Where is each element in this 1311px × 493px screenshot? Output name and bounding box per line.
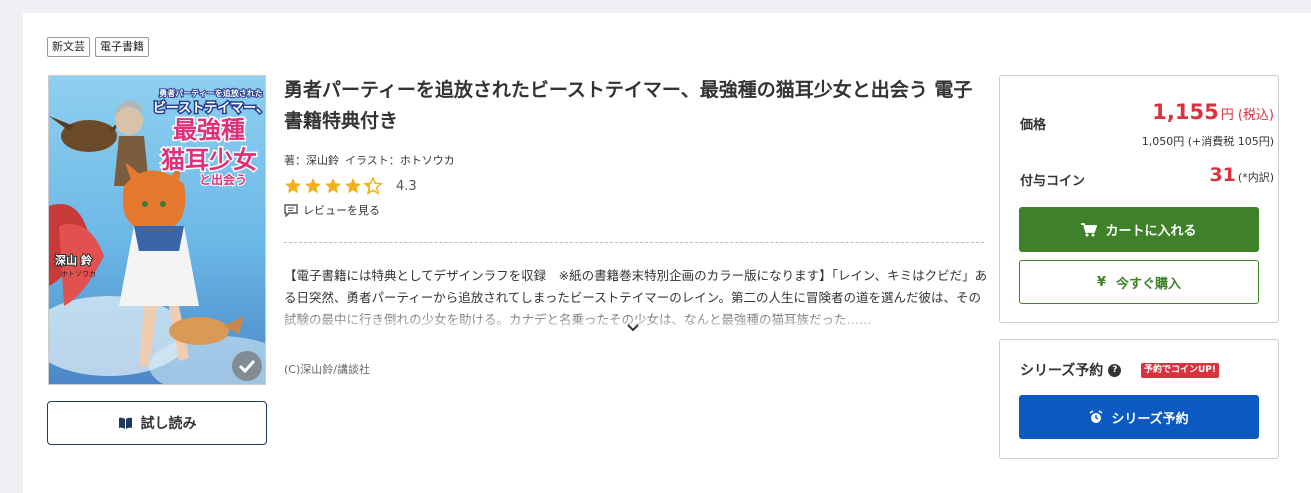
book-title: 勇者パーティーを追放されたビーストテイマー、最強種の猫耳少女と出会う 電子書籍特… — [284, 79, 973, 132]
cover-author: 深山 鈴 — [55, 253, 93, 267]
series-title: シリーズ予約 ? — [1020, 360, 1122, 380]
cover-title-line2: ビーストテイマー、 — [153, 100, 266, 116]
trial-read-button[interactable]: 試し読み — [47, 401, 267, 445]
cover-illustrator: ホトソウカ — [61, 270, 96, 278]
buy-now-label: 今すぐ購入 — [1116, 276, 1182, 292]
coin-breakdown-link[interactable]: (*内訳) — [1238, 169, 1274, 185]
rating-stars — [285, 177, 382, 195]
cart-icon — [1081, 222, 1098, 236]
product-card: 新文芸 電子書籍 勇者パーティーを追放された ビーストテイマー、 最強種 猫耳少… — [23, 13, 1311, 493]
cover-title-line1: 勇者パーティーを追放された — [159, 88, 263, 98]
star-icon-2 — [305, 178, 321, 194]
trial-read-label: 試し読み — [140, 416, 197, 432]
price-label: 価格 — [1020, 118, 1047, 133]
star-icon-3 — [325, 178, 341, 194]
cover-title-line4: 猫耳少女 — [161, 146, 257, 174]
credits: 著：深山鈴 イラスト：ホトソウカ — [284, 152, 455, 168]
tag-list: 新文芸 電子書籍 — [47, 37, 149, 57]
comment-icon — [284, 203, 298, 217]
help-icon[interactable]: ? — [1108, 363, 1122, 377]
cover-title-line3: 最強種 — [173, 116, 245, 144]
coin-up-badge: 予約でコインUP! — [1141, 363, 1220, 378]
author-link[interactable]: 深山鈴 — [306, 154, 339, 167]
price-breakdown: 1,050円 (+消費税 105円) — [1141, 135, 1274, 148]
price: 1,155 円 (税込) — [1152, 100, 1274, 124]
star-icon-4 — [345, 178, 361, 194]
series-reservation-box: シリーズ予約 ? 予約でコインUP! シリーズ予約 — [999, 339, 1279, 459]
illustrator-prefix: イラスト： — [345, 154, 400, 167]
copyright: (C)深山鈴/講談社 — [284, 363, 370, 376]
alarm-clock-icon — [1089, 410, 1103, 423]
rating: 4.3 — [284, 177, 417, 195]
coin-value: 31 — [1209, 164, 1236, 186]
price-value: 1,155 — [1152, 100, 1219, 124]
cover-illustration: 勇者パーティーを追放された ビーストテイマー、 最強種 猫耳少女 と出会う 深山… — [49, 76, 266, 384]
price-unit: 円 (税込) — [1220, 108, 1274, 123]
review-link[interactable]: レビューを見る — [284, 202, 380, 218]
author-prefix: 著： — [284, 154, 306, 167]
expand-description-chevron-icon[interactable] — [626, 318, 640, 337]
owned-check-icon — [232, 351, 262, 381]
series-reserve-label: シリーズ予約 — [1111, 411, 1189, 427]
tag-format[interactable]: 電子書籍 — [95, 37, 149, 57]
series-title-label: シリーズ予約 — [1020, 363, 1104, 379]
rating-value: 4.3 — [396, 178, 417, 194]
buy-now-button[interactable]: ¥ 今すぐ購入 — [1019, 260, 1259, 304]
star-icon-1 — [285, 178, 301, 194]
yen-icon: ¥ — [1096, 274, 1107, 290]
book-icon — [118, 417, 132, 429]
add-to-cart-label: カートに入れる — [1105, 224, 1197, 239]
book-cover[interactable]: 勇者パーティーを追放された ビーストテイマー、 最強種 猫耳少女 と出会う 深山… — [48, 75, 266, 385]
coin-label: 付与コイン — [1020, 174, 1086, 189]
add-to-cart-button[interactable]: カートに入れる — [1019, 207, 1259, 252]
purchase-box: 価格 1,155 円 (税込) 1,050円 (+消費税 105円) 付与コイン… — [999, 75, 1279, 323]
series-reserve-button[interactable]: シリーズ予約 — [1019, 395, 1259, 439]
cover-title-line5: と出会う — [199, 172, 247, 187]
star-icon-5-partial — [364, 177, 382, 195]
coin: 31 (*内訳) — [1209, 164, 1274, 186]
divider — [284, 242, 984, 243]
illustrator-link[interactable]: ホトソウカ — [400, 154, 455, 167]
tag-genre[interactable]: 新文芸 — [47, 37, 90, 57]
review-link-label: レビューを見る — [303, 204, 380, 217]
